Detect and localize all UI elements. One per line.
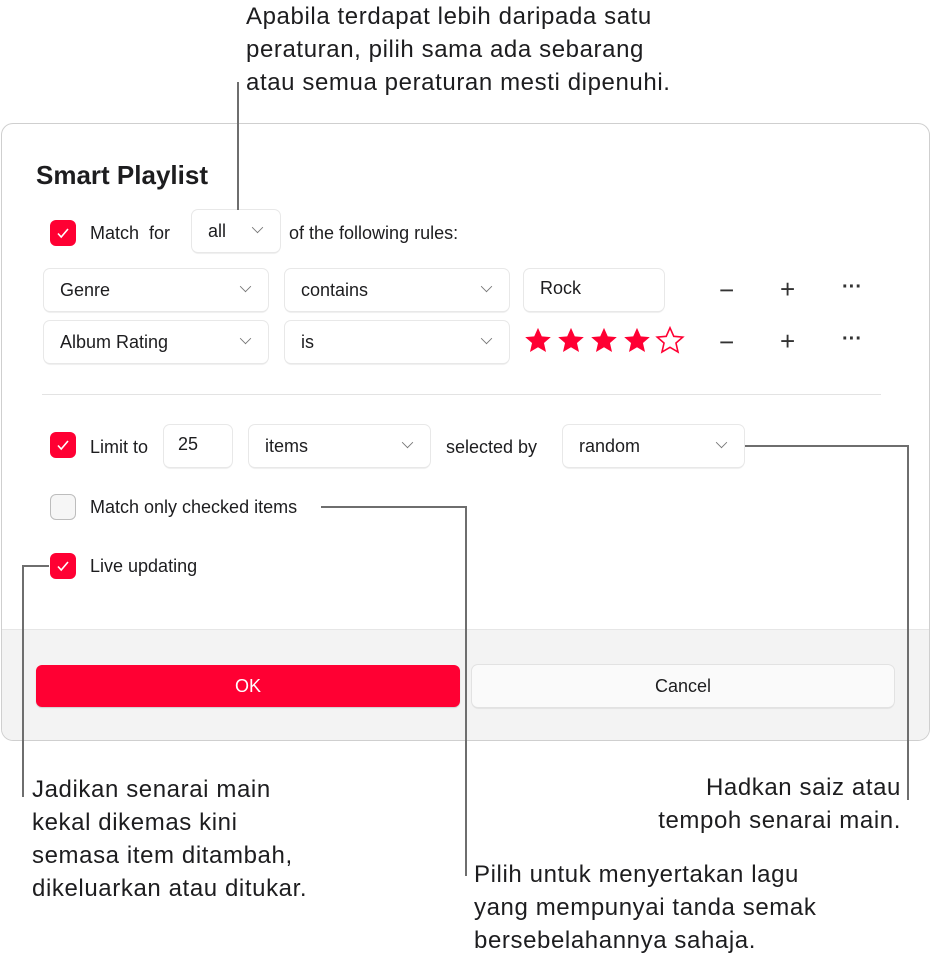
leader-line bbox=[745, 445, 908, 447]
rule-2-operator-select[interactable]: is bbox=[285, 321, 509, 363]
more-options-icon[interactable]: ··· bbox=[842, 326, 862, 352]
limit-label: Limit to bbox=[90, 437, 149, 457]
match-checked-label: Match only checked items bbox=[90, 497, 298, 517]
callout-line: Apabila terdapat lebih daripada satu bbox=[246, 3, 652, 30]
match-select[interactable]: all bbox=[192, 210, 280, 252]
star-empty-icon[interactable] bbox=[655, 326, 685, 354]
callout-match-rules: Apabila terdapat lebih daripada satu per… bbox=[246, 0, 671, 99]
add-rule-icon[interactable]: + bbox=[780, 276, 795, 302]
match-suffix: of the following rules: bbox=[289, 223, 459, 243]
more-options-icon[interactable]: ··· bbox=[842, 274, 862, 300]
chevron-down-icon bbox=[239, 280, 252, 293]
star-filled-icon[interactable] bbox=[523, 326, 553, 354]
limit-value-input[interactable]: 25 bbox=[164, 425, 232, 467]
remove-rule-icon[interactable]: − bbox=[719, 277, 734, 303]
callout-line: atau semua peraturan mesti dipenuhi. bbox=[246, 69, 671, 96]
star-filled-icon[interactable] bbox=[622, 326, 652, 354]
callout-line: dikeluarkan atau ditukar. bbox=[32, 875, 308, 902]
leader-line bbox=[321, 506, 467, 508]
limit-unit-select[interactable]: items bbox=[249, 425, 430, 467]
callout-checked-items: Pilih untuk menyertakan lagu yang mempun… bbox=[474, 858, 816, 957]
live-updating-checkbox[interactable] bbox=[50, 553, 76, 579]
select-value: is bbox=[301, 331, 314, 352]
callout-line: kekal dikemas kini bbox=[32, 809, 238, 836]
rating-stars[interactable] bbox=[523, 326, 685, 354]
checkmark-icon bbox=[57, 228, 69, 239]
select-value: all bbox=[208, 220, 227, 241]
input-value: Rock bbox=[540, 278, 582, 298]
dialog-title: Smart Playlist bbox=[36, 160, 208, 190]
callout-line: semasa item ditambah, bbox=[32, 842, 293, 869]
remove-rule-icon[interactable]: − bbox=[719, 329, 734, 355]
chevron-down-icon bbox=[480, 332, 493, 345]
chevron-down-icon bbox=[715, 436, 728, 449]
checkmark-icon bbox=[57, 561, 69, 572]
ok-button[interactable]: OK bbox=[36, 665, 460, 707]
leader-line bbox=[22, 565, 24, 797]
callout-line: bersebelahannya sahaja. bbox=[474, 927, 757, 954]
leader-line bbox=[907, 445, 909, 800]
callout-line: peraturan, pilih sama ada sebarang bbox=[246, 36, 644, 63]
live-updating-label: Live updating bbox=[90, 556, 198, 576]
add-rule-icon[interactable]: + bbox=[780, 328, 795, 354]
cancel-button[interactable]: Cancel bbox=[472, 665, 894, 707]
select-value: contains bbox=[301, 279, 369, 300]
callout-line: tempoh senarai main. bbox=[658, 807, 901, 834]
leader-line bbox=[237, 82, 239, 210]
match-checked-checkbox[interactable] bbox=[50, 494, 76, 520]
callout-line: Pilih untuk menyertakan lagu bbox=[474, 861, 799, 888]
rule-1-operator-select[interactable]: contains bbox=[285, 269, 509, 311]
chevron-down-icon bbox=[239, 332, 252, 345]
select-value: Genre bbox=[60, 279, 111, 300]
leader-line bbox=[465, 506, 467, 876]
chevron-down-icon bbox=[480, 280, 493, 293]
divider bbox=[42, 394, 881, 395]
rule-1-field-select[interactable]: Genre bbox=[44, 269, 268, 311]
selected-by-label: selected by bbox=[446, 437, 538, 457]
star-filled-icon[interactable] bbox=[589, 326, 619, 354]
rule-1-value-input[interactable]: Rock bbox=[524, 269, 664, 311]
callout-line: Jadikan senarai main bbox=[32, 776, 271, 803]
selected-by-select[interactable]: random bbox=[563, 425, 744, 467]
select-value: random bbox=[579, 435, 641, 456]
chevron-down-icon bbox=[401, 436, 414, 449]
checkmark-icon bbox=[57, 440, 69, 451]
match-checkbox[interactable] bbox=[50, 220, 76, 246]
leader-line bbox=[22, 565, 49, 567]
rule-2-field-select[interactable]: Album Rating bbox=[44, 321, 268, 363]
callout-line: yang mempunyai tanda semak bbox=[474, 894, 817, 921]
select-value: Album Rating bbox=[60, 331, 169, 352]
input-value: 25 bbox=[178, 434, 199, 454]
match-label: Match for bbox=[90, 223, 171, 243]
chevron-down-icon bbox=[251, 221, 264, 234]
select-value: items bbox=[265, 435, 309, 456]
star-filled-icon[interactable] bbox=[556, 326, 586, 354]
callout-limit: Hadkan saiz atau tempoh senarai main. bbox=[658, 771, 901, 837]
callout-live-updating: Jadikan senarai main kekal dikemas kini … bbox=[32, 773, 307, 905]
limit-checkbox[interactable] bbox=[50, 432, 76, 458]
callout-line: Hadkan saiz atau bbox=[705, 774, 901, 801]
